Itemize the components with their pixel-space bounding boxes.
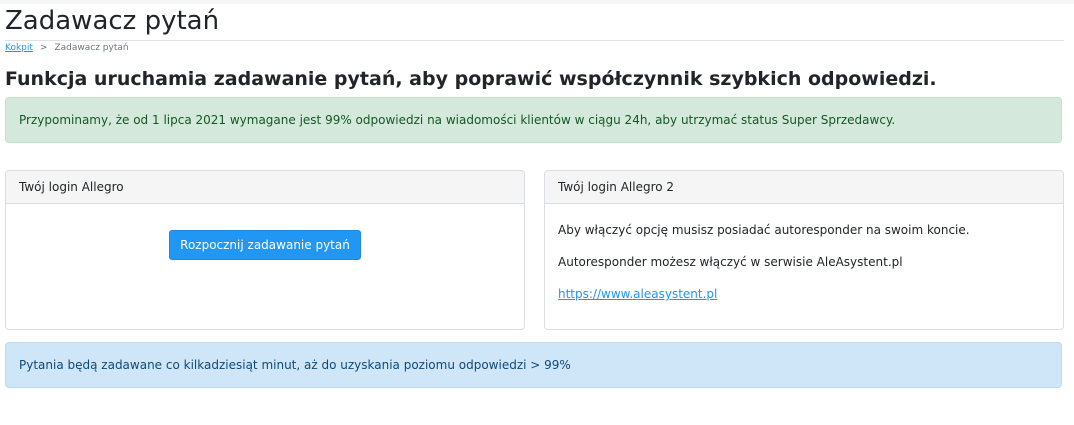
reminder-alert-text: Przypominamy, że od 1 lipca 2021 wymagan… — [19, 113, 896, 127]
allegro-login-2-card: Twój login Allegro 2 Aby włączyć opcję m… — [544, 170, 1064, 330]
breadcrumb-current: Zadawacz pytań — [54, 43, 129, 53]
allegro-login-card-title: Twój login Allegro — [19, 180, 124, 194]
breadcrumb-home-link[interactable]: Kokpit — [5, 43, 33, 53]
breadcrumb-separator: > — [39, 43, 48, 53]
page-headline: Funkcja uruchamia zadawanie pytań, aby p… — [5, 68, 937, 90]
aleasystent-link-row: https://www.aleasystent.pl — [558, 286, 1050, 302]
allegro-login-card-header: Twój login Allegro — [6, 171, 524, 204]
start-questions-button[interactable]: Rozpocznij zadawanie pytań — [169, 230, 361, 260]
allegro-login-2-card-header: Twój login Allegro 2 — [545, 171, 1063, 204]
page: Zadawacz pytań Kokpit > Zadawacz pytań Fun… — [0, 0, 1074, 425]
autoresponder-requirement-text: Aby włączyć opcję musisz posiadać autore… — [558, 223, 970, 237]
allegro-login-card: Twój login Allegro Rozpocznij zadawanie … — [5, 170, 525, 330]
reminder-alert: Przypominamy, że od 1 lipca 2021 wymagan… — [5, 97, 1062, 143]
aleasystent-link[interactable]: https://www.aleasystent.pl — [558, 287, 717, 301]
info-alert: Pytania będą zadawane co kilkadziesiąt m… — [5, 342, 1062, 388]
allegro-login-card-body: Rozpocznij zadawanie pytań — [6, 204, 524, 260]
autoresponder-enable-text: Autoresponder możesz włączyć w serwisie … — [558, 255, 903, 269]
info-alert-text: Pytania będą zadawane co kilkadziesiąt m… — [19, 358, 571, 372]
page-title: Zadawacz pytań — [5, 6, 220, 36]
allegro-login-2-card-body: Aby włączyć opcję musisz posiadać autore… — [545, 204, 1063, 302]
title-divider — [5, 40, 1064, 41]
allegro-login-2-card-title: Twój login Allegro 2 — [558, 180, 675, 194]
breadcrumb: Kokpit > Zadawacz pytań — [5, 42, 129, 54]
